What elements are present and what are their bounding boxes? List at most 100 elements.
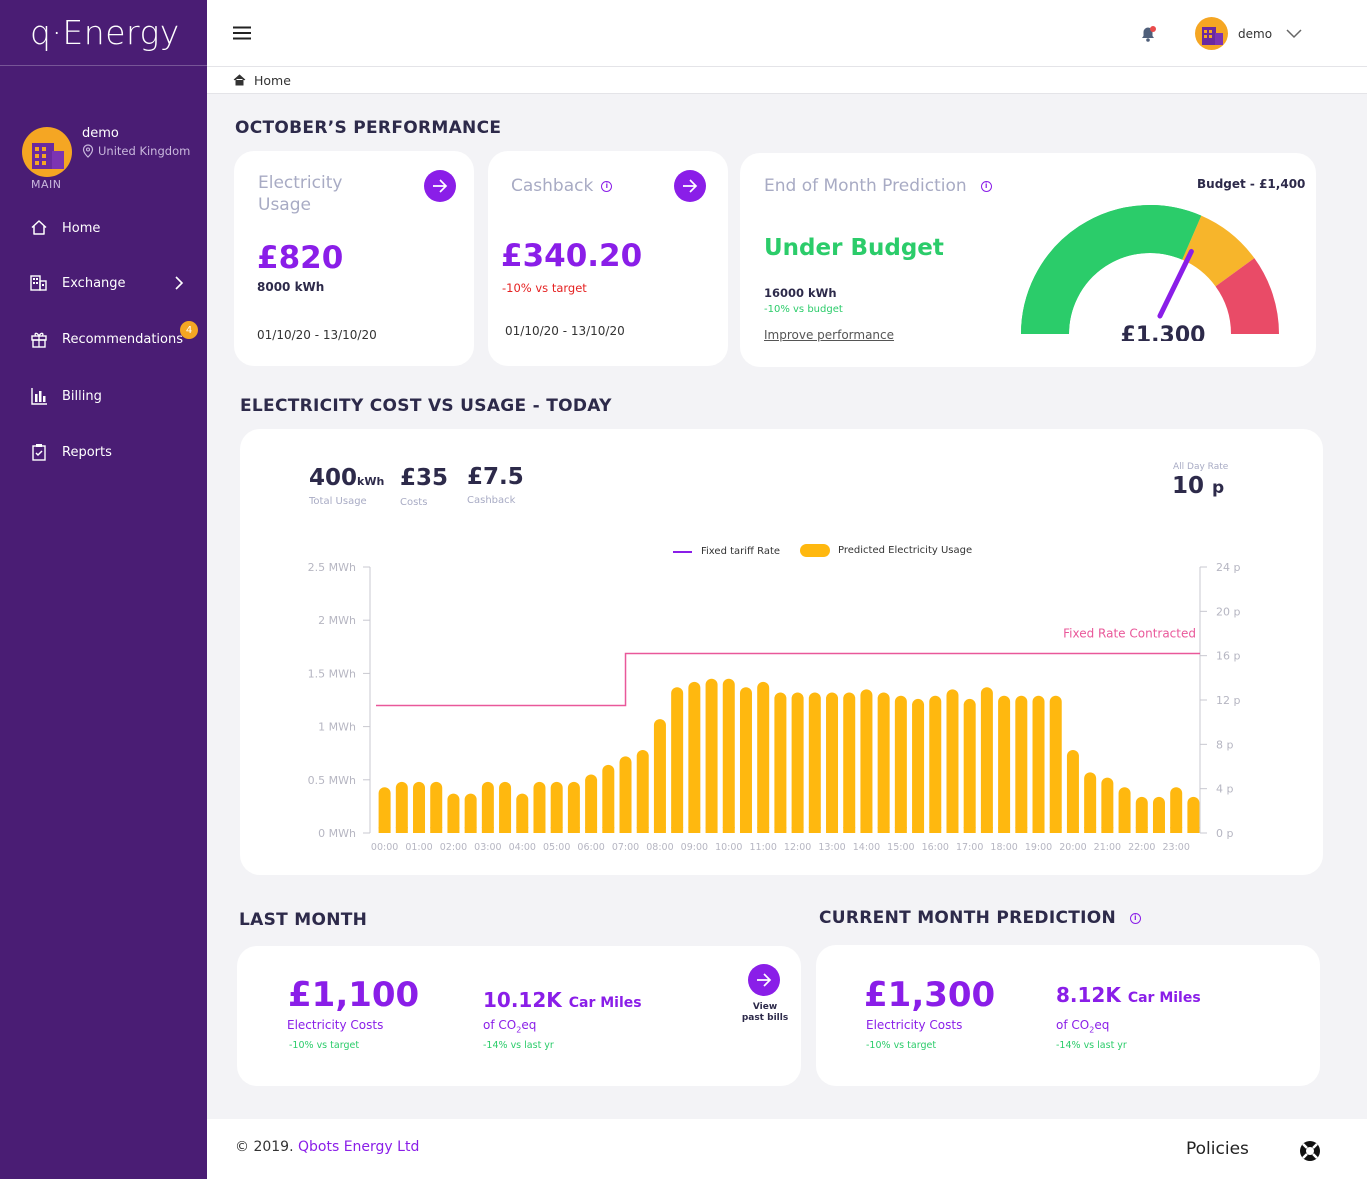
app-logo[interactable]: q·Energy <box>0 0 207 66</box>
usage-bar <box>567 781 580 833</box>
info-icon[interactable]: i <box>601 180 613 192</box>
notification-badge: 4 <box>180 321 198 339</box>
date-range: 01/10/20 - 13/10/20 <box>257 328 377 342</box>
sidebar: q·Energy demo United Kingdom MAIN Home E… <box>0 0 207 1179</box>
notification-bell-icon[interactable] <box>1138 24 1158 44</box>
chevron-down-icon[interactable] <box>1286 28 1302 39</box>
usage-bar-base <box>464 827 477 833</box>
building-icon <box>1202 27 1223 45</box>
usage-bar <box>998 695 1011 833</box>
usage-bar <box>653 719 666 833</box>
profile-location-text: United Kingdom <box>98 144 191 158</box>
copyright-text: © 2019. <box>235 1139 294 1155</box>
top-bar: demo <box>207 0 1367 67</box>
usage-bar <box>550 781 563 833</box>
usage-bar-base <box>447 827 460 833</box>
y-tick-label-right: 0 p <box>1216 827 1233 840</box>
current-prediction-card: £1,300 Electricity Costs -10% vs target … <box>816 945 1320 1086</box>
electricity-details-button[interactable] <box>424 170 456 202</box>
total-usage-unit: kWh <box>357 475 385 488</box>
y-tick-label-left: 2.5 MWh <box>308 561 356 574</box>
usage-bar <box>791 692 804 833</box>
view-past-bills-label[interactable]: View past bills <box>734 1002 796 1024</box>
cashback-details-button[interactable] <box>674 170 706 202</box>
improve-performance-link[interactable]: Improve performance <box>764 328 894 342</box>
footer: © 2019. Qbots Energy Ltd Policies <box>207 1119 1367 1179</box>
cashback-vs-target: -10% vs target <box>502 281 587 295</box>
sidebar-item-billing[interactable]: Billing <box>30 387 102 405</box>
policies-link[interactable]: Policies <box>1186 1139 1249 1159</box>
x-tick-label: 04:00 <box>509 842 536 853</box>
usage-bar-base <box>550 827 563 833</box>
budget-gauge: £1,300 <box>1021 205 1279 341</box>
usage-bar <box>894 695 907 833</box>
usage-bar-base <box>774 827 787 833</box>
info-icon[interactable]: i <box>1130 912 1142 924</box>
x-tick-label: 03:00 <box>474 842 501 853</box>
last-month-card: £1,100 Electricity Costs -10% vs target … <box>237 946 801 1086</box>
home-icon[interactable] <box>233 74 246 86</box>
usage-bar-base <box>1032 827 1045 833</box>
x-tick-label: 01:00 <box>405 842 432 853</box>
usage-bar <box>860 689 873 833</box>
miles-vs-last-year: -14% vs last yr <box>483 1040 554 1051</box>
profile-location: United Kingdom <box>82 144 190 158</box>
total-usage-label: Total Usage <box>309 496 367 507</box>
budget-status: Under Budget <box>764 235 944 261</box>
gauge-amber-segment <box>1181 215 1255 288</box>
usage-bar-base <box>1101 827 1114 833</box>
x-tick-label: 06:00 <box>577 842 604 853</box>
info-icon[interactable]: i <box>980 180 992 192</box>
sidebar-item-label: Home <box>62 220 101 236</box>
x-tick-label: 11:00 <box>749 842 776 853</box>
usage-bar-base <box>843 827 856 833</box>
usage-bar <box>395 781 408 833</box>
copyright: © 2019. Qbots Energy Ltd <box>235 1139 419 1155</box>
co2-label: of CO2eq <box>1056 1018 1109 1034</box>
hamburger-menu-icon[interactable] <box>233 26 251 40</box>
usage-bar <box>963 698 976 833</box>
usage-bar <box>688 681 701 833</box>
y-tick-label-right: 20 p <box>1216 605 1240 618</box>
company-link[interactable]: Qbots Energy Ltd <box>298 1139 419 1155</box>
bills-label-line: View <box>752 1002 778 1012</box>
usage-bar-base <box>739 827 752 833</box>
help-lifebuoy-icon[interactable] <box>1299 1140 1321 1162</box>
x-tick-label: 02:00 <box>440 842 467 853</box>
sidebar-item-label: Billing <box>62 388 102 404</box>
sidebar-item-exchange[interactable]: Exchange <box>30 274 190 292</box>
usage-bar <box>826 692 839 833</box>
breadcrumb-current[interactable]: Home <box>254 73 291 88</box>
view-past-bills-button[interactable] <box>748 964 780 996</box>
usage-bar <box>1118 787 1131 833</box>
card-label-text: Cashback <box>511 176 594 196</box>
usage-bar-base <box>516 827 529 833</box>
y-tick-label-left: 0.5 MWh <box>308 774 356 787</box>
arrow-right-icon <box>757 973 772 987</box>
usage-bar-base <box>998 827 1011 833</box>
y-tick-label-right: 4 p <box>1216 783 1233 796</box>
usage-bar-base <box>929 827 942 833</box>
building-icon <box>32 143 64 169</box>
home-icon <box>31 220 47 235</box>
sidebar-item-reports[interactable]: Reports <box>30 443 112 461</box>
location-pin-icon <box>82 144 94 158</box>
usage-bar-base <box>1135 827 1148 833</box>
usage-bar-base <box>1049 827 1062 833</box>
menu-section-label: MAIN <box>31 178 62 191</box>
sidebar-item-home[interactable]: Home <box>30 219 100 237</box>
avatar <box>1195 17 1228 50</box>
user-menu[interactable]: demo <box>1195 17 1302 50</box>
usage-bar-base <box>688 827 701 833</box>
usage-bar-base <box>533 827 546 833</box>
gift-icon <box>31 332 47 348</box>
usage-bar-base <box>791 827 804 833</box>
current-prediction-title-text: CURRENT MONTH PREDICTION <box>819 908 1117 928</box>
usage-bar <box>757 681 770 833</box>
avatar[interactable] <box>22 127 72 177</box>
usage-bar-base <box>395 827 408 833</box>
usage-bar-base <box>585 827 598 833</box>
usage-bar-base <box>860 827 873 833</box>
arrow-right-icon <box>683 179 698 193</box>
sidebar-item-recommendations[interactable]: Recommendations 4 <box>30 321 198 348</box>
